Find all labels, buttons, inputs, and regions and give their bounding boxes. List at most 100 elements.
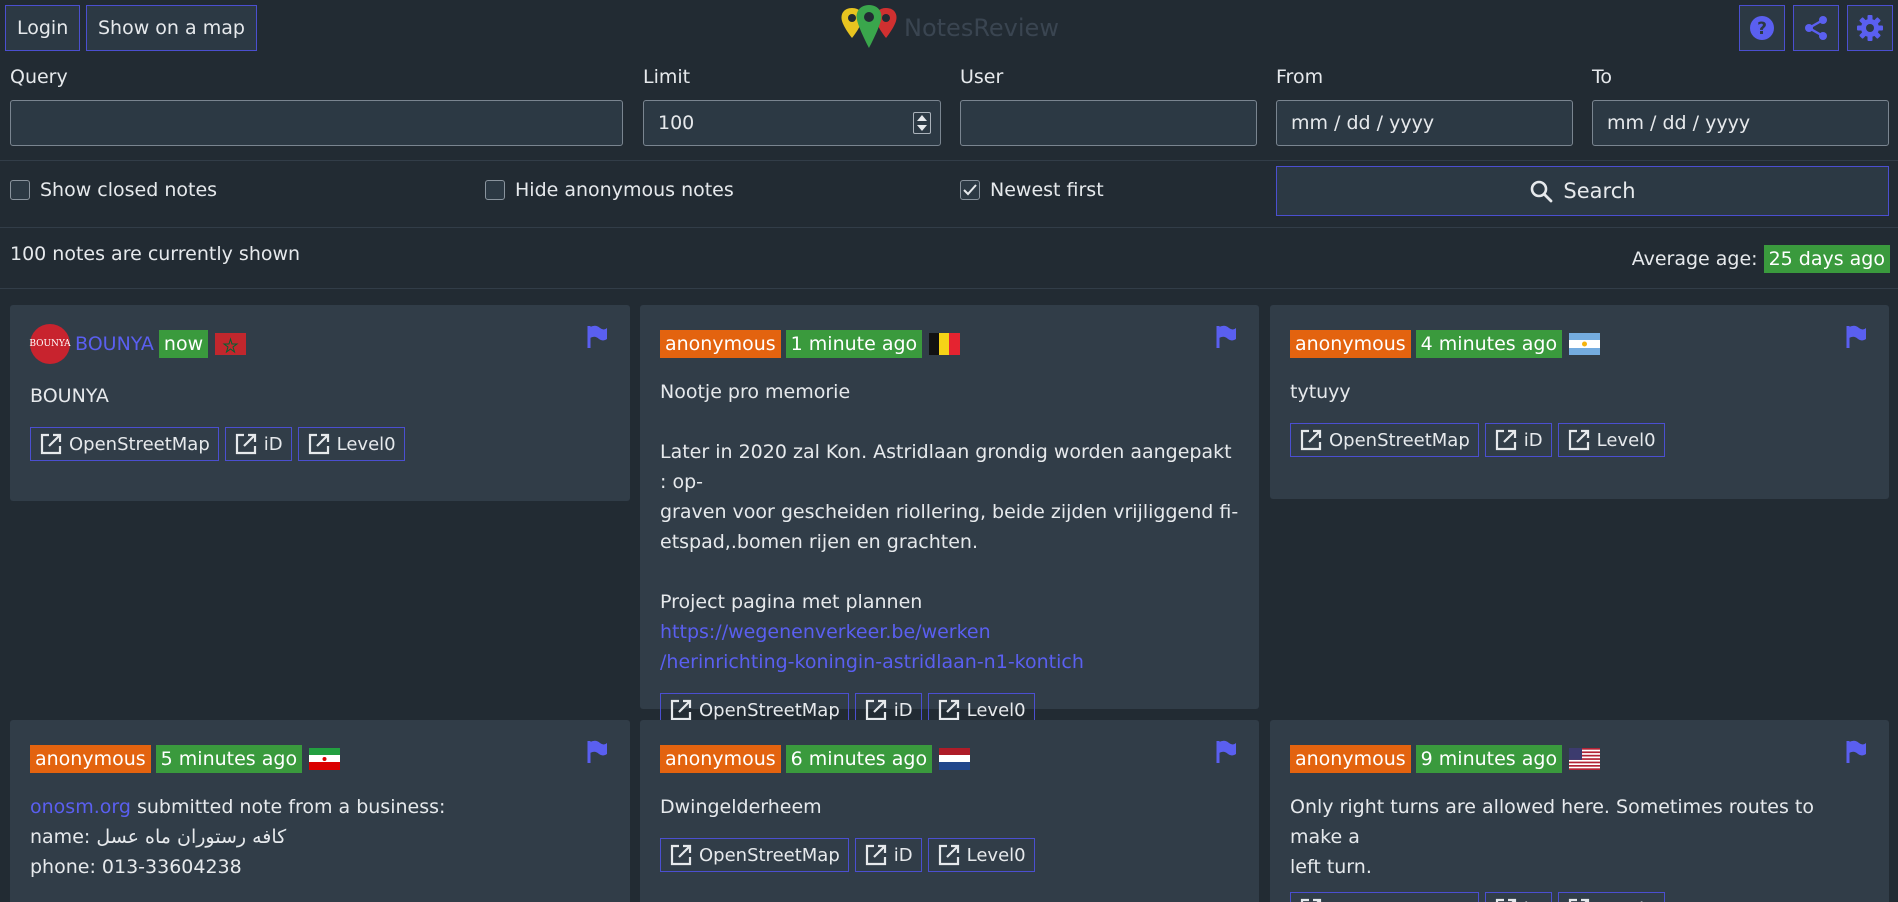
limit-input[interactable]: 100 (643, 100, 941, 146)
note-user-link[interactable]: BOUNYA (75, 333, 154, 355)
id-link-label: iD (893, 844, 913, 866)
id-link-label: iD (1524, 899, 1543, 902)
note-card: anonymous 1 minute ago Nootje pro memori… (640, 305, 1259, 727)
note-user-badge: anonymous (1290, 330, 1411, 358)
note-line: Nootje pro memorie (660, 381, 851, 403)
search-button[interactable]: Search (1276, 166, 1889, 216)
note-text: Nootje pro memorie Later in 2020 zal Kon… (660, 377, 1239, 677)
note-line: Only right turns are allowed here. Somet… (1290, 796, 1814, 848)
note-card: BOUNYA BOUNYA now BOUNYA OpenStreetMap i… (10, 305, 630, 501)
note-age-badge: 9 minutes ago (1415, 745, 1563, 773)
osm-link-label: OpenStreetMap (699, 699, 840, 721)
external-link-icon (1300, 429, 1322, 451)
report-flag-icon[interactable] (1215, 740, 1237, 764)
open-level0-link[interactable]: Level0 (927, 838, 1035, 872)
show-on-map-button[interactable]: Show on a map (86, 5, 257, 51)
query-label: Query (10, 66, 68, 88)
usa-flag-icon (1569, 748, 1601, 770)
open-id-link[interactable]: iD (854, 838, 922, 872)
external-link-icon (670, 699, 692, 721)
checkbox-box[interactable] (10, 180, 30, 200)
note-line: Later in 2020 zal Kon. Astridlaan grondi… (660, 441, 1232, 493)
report-flag-icon[interactable] (1845, 325, 1867, 349)
note-line: graven voor gescheiden riollering, beide… (660, 501, 1239, 523)
app-logo: NotesReview (840, 4, 1059, 52)
note-text: Only right turns are allowed here. Somet… (1290, 792, 1869, 882)
open-id-link[interactable]: iD (1484, 892, 1552, 902)
open-id-link[interactable]: iD (1484, 423, 1552, 457)
to-label: To (1592, 66, 1613, 88)
morocco-flag-icon (215, 333, 247, 355)
note-age-badge: 1 minute ago (785, 330, 923, 358)
stepper-up-icon[interactable] (917, 115, 927, 121)
note-age-badge: now (158, 330, 209, 358)
open-level0-link[interactable]: Level0 (297, 427, 405, 461)
note-text: onosm.org submitted note from a business… (30, 792, 610, 882)
project-link-continued[interactable]: /herinrichting-koningin-astridlaan-n1-ko… (660, 651, 1084, 673)
external-link-icon (670, 844, 692, 866)
note-line: name: کافه رستوران ماه عسل (30, 826, 287, 848)
share-button[interactable] (1793, 5, 1839, 51)
open-osm-link[interactable]: OpenStreetMap (30, 427, 219, 461)
id-link-label: iD (263, 433, 283, 455)
checkbox-box[interactable] (485, 180, 505, 200)
average-age: Average age: 25 days ago (1632, 245, 1890, 273)
external-link-icon (1568, 898, 1589, 902)
level0-link-label: Level0 (966, 844, 1026, 866)
open-osm-link[interactable]: OpenStreetMap (1290, 892, 1479, 902)
report-flag-icon[interactable] (586, 740, 608, 764)
show-closed-label: Show closed notes (40, 179, 218, 201)
external-link-icon (938, 699, 959, 721)
note-line: left turn. (1290, 856, 1372, 878)
avatar[interactable]: BOUNYA (29, 324, 71, 364)
note-age-badge: 6 minutes ago (785, 745, 933, 773)
onosm-link[interactable]: onosm.org (30, 796, 131, 818)
project-link[interactable]: https://wegenenverkeer.be/werken (660, 621, 991, 643)
external-link-icon (235, 433, 256, 455)
open-osm-link[interactable]: OpenStreetMap (1290, 423, 1479, 457)
netherlands-flag-icon (939, 748, 971, 770)
limit-value: 100 (658, 112, 695, 134)
level0-link-label: Level0 (336, 433, 396, 455)
level0-link-label: Level0 (1597, 899, 1656, 902)
share-icon (1805, 16, 1827, 40)
settings-button[interactable] (1847, 5, 1893, 51)
divider (0, 227, 1898, 228)
external-link-icon (40, 433, 62, 455)
note-card: anonymous 4 minutes ago tytuyy OpenStree… (1270, 305, 1889, 499)
note-card: anonymous 9 minutes ago Only right turns… (1270, 720, 1889, 902)
id-link-label: iD (1523, 429, 1543, 451)
note-user-badge: anonymous (30, 745, 151, 773)
osm-link-label: OpenStreetMap (1329, 429, 1470, 451)
report-flag-icon[interactable] (1215, 325, 1237, 349)
app-title: NotesReview (904, 14, 1059, 42)
help-icon: ? (1750, 16, 1774, 40)
report-flag-icon[interactable] (1845, 740, 1867, 764)
osm-link-label: OpenStreetMap (699, 844, 840, 866)
user-input[interactable] (960, 100, 1257, 146)
note-text: tytuyy (1290, 381, 1351, 403)
login-button[interactable]: Login (5, 5, 81, 51)
checkbox-box[interactable] (960, 180, 980, 200)
external-link-icon (865, 844, 886, 866)
open-level0-link[interactable]: Level0 (1557, 892, 1665, 902)
hide-anonymous-label: Hide anonymous notes (515, 179, 734, 201)
report-flag-icon[interactable] (586, 325, 608, 349)
svg-text:?: ? (1757, 19, 1767, 39)
search-icon (1531, 180, 1553, 203)
hide-anonymous-checkbox[interactable]: Hide anonymous notes (485, 179, 734, 201)
query-input[interactable] (10, 100, 623, 146)
external-link-icon (938, 844, 959, 866)
external-link-icon (1300, 898, 1322, 902)
open-id-link[interactable]: iD (224, 427, 292, 461)
newest-first-checkbox[interactable]: Newest first (960, 179, 1104, 201)
id-link-label: iD (893, 699, 913, 721)
from-date-input[interactable]: mm / dd / yyyy (1276, 100, 1573, 146)
show-closed-checkbox[interactable]: Show closed notes (10, 179, 217, 201)
stepper-down-icon[interactable] (917, 125, 927, 131)
limit-stepper[interactable] (913, 112, 931, 134)
to-date-input[interactable]: mm / dd / yyyy (1592, 100, 1889, 146)
help-button[interactable]: ? (1739, 5, 1785, 51)
open-level0-link[interactable]: Level0 (1557, 423, 1665, 457)
open-osm-link[interactable]: OpenStreetMap (660, 838, 849, 872)
